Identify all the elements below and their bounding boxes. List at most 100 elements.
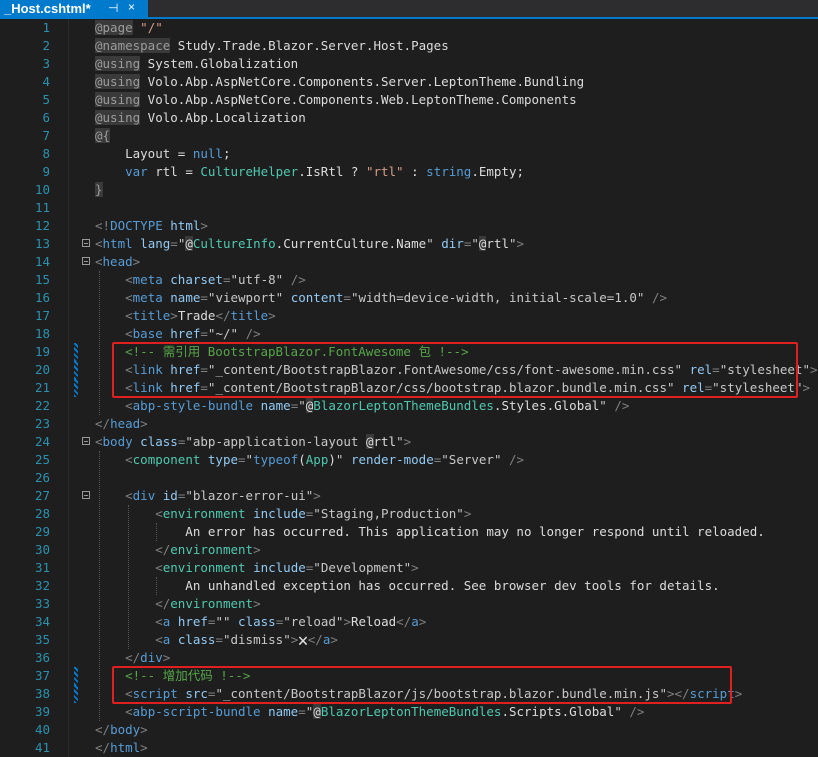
line-number: 15 bbox=[34, 272, 50, 287]
code-line[interactable]: 27 <div id="blazor-error-ui"> bbox=[0, 487, 818, 505]
code-token: </ bbox=[125, 650, 141, 665]
code-line[interactable]: 17 <title>Trade</title> bbox=[0, 307, 818, 325]
code-line[interactable]: 5 @using Volo.Abp.AspNetCore.Components.W… bbox=[0, 91, 818, 109]
code-token: > bbox=[132, 254, 141, 269]
code-token: rtl = bbox=[147, 164, 201, 179]
fold-toggle-icon[interactable] bbox=[82, 239, 90, 247]
code-token: lang bbox=[140, 236, 171, 251]
code-line[interactable]: 40 </body> bbox=[0, 721, 818, 739]
code-line[interactable]: 30 </environment> bbox=[0, 541, 818, 559]
code-line[interactable]: 31 <environment include="Development"> bbox=[0, 559, 818, 577]
line-number: 2 bbox=[42, 38, 50, 53]
code-line[interactable]: 7 @{ bbox=[0, 127, 818, 145]
code-token: environment bbox=[170, 542, 254, 557]
code-token: > bbox=[253, 596, 261, 611]
code-line[interactable]: 10} bbox=[0, 181, 818, 199]
code-line[interactable]: 25 <component type="typeof(App)" render-… bbox=[0, 451, 818, 469]
line-number: 39 bbox=[34, 704, 50, 719]
code-token: "width=device-width, initial-scale=1.0" bbox=[350, 290, 645, 305]
code-token: "dismiss" bbox=[222, 632, 291, 647]
line-number: 36 bbox=[34, 650, 50, 665]
code-line[interactable]: 26 bbox=[0, 469, 818, 487]
code-token: .Empty; bbox=[471, 164, 525, 179]
code-line[interactable]: 32 An unhandled exception has occurred. … bbox=[0, 577, 818, 595]
code-token: class bbox=[177, 632, 216, 647]
code-line[interactable]: 14 <head> bbox=[0, 253, 818, 271]
code-line[interactable]: 11 bbox=[0, 199, 818, 217]
code-text: </environment> bbox=[95, 595, 261, 613]
code-token: /> bbox=[629, 704, 645, 719]
line-number: 41 bbox=[34, 740, 50, 755]
code-line[interactable]: 22 <abp-style-bundle name="@BlazorLepton… bbox=[0, 397, 818, 415]
fold-toggle-icon[interactable] bbox=[82, 491, 90, 499]
code-token: < bbox=[125, 272, 133, 287]
code-line[interactable]: 1 @page "/" bbox=[0, 19, 818, 37]
code-token: An error has occurred. This application … bbox=[95, 524, 765, 539]
document-tab[interactable]: _Host.cshtml* ⊣ × bbox=[0, 0, 148, 17]
code-token: body bbox=[110, 722, 141, 737]
fold-toggle-icon[interactable] bbox=[82, 257, 90, 265]
code-token: html bbox=[170, 218, 201, 233]
code-token: body bbox=[102, 434, 133, 449]
code-line[interactable]: 8 Layout = null; bbox=[0, 145, 818, 163]
code-token: "" bbox=[215, 614, 231, 629]
code-text: @using Volo.Abp.AspNetCore.Components.Se… bbox=[95, 73, 584, 91]
code-line[interactable]: 41 </html> bbox=[0, 739, 818, 757]
code-text: <environment include="Development"> bbox=[95, 559, 419, 577]
code-token: abp-script-bundle bbox=[132, 704, 261, 719]
change-marker bbox=[74, 361, 78, 379]
code-line[interactable]: 2 @namespace Study.Trade.Blazor.Server.Ho… bbox=[0, 37, 818, 55]
code-token: DOCTYPE bbox=[110, 218, 163, 233]
code-token: include bbox=[253, 506, 306, 521]
code-line[interactable]: 29 An error has occurred. This applicati… bbox=[0, 523, 818, 541]
code-token: </ bbox=[215, 308, 231, 323]
code-line[interactable]: 4 @using Volo.Abp.AspNetCore.Components.S… bbox=[0, 73, 818, 91]
code-line[interactable]: 24 <body class="abp-application-layout @r… bbox=[0, 433, 818, 451]
pin-icon[interactable]: ⊣ bbox=[108, 1, 118, 15]
line-number: 21 bbox=[34, 380, 50, 395]
code-token: environment bbox=[162, 560, 246, 575]
line-number: 8 bbox=[42, 146, 50, 161]
code-token: title bbox=[230, 308, 269, 323]
fold-toggle-icon[interactable] bbox=[82, 437, 90, 445]
code-token: < bbox=[95, 254, 103, 269]
code-line[interactable]: 34 <a href="" class="reload">Reload</a> bbox=[0, 613, 818, 631]
code-line[interactable]: 39 <abp-script-bundle name= " @BlazorLepto… bbox=[0, 703, 818, 721]
code-token: = bbox=[343, 290, 351, 305]
code-editor[interactable]: 1 @page "/" 2 @namespace Study.Trade.Blazor… bbox=[0, 19, 818, 757]
line-number: 20 bbox=[34, 362, 50, 377]
code-line[interactable]: 28 <environment include="Staging,Product… bbox=[0, 505, 818, 523]
code-token: "~/" bbox=[207, 326, 239, 341]
code-token: System.Globalization bbox=[140, 56, 299, 71]
code-line[interactable]: 12 <!DOCTYPE html> bbox=[0, 217, 818, 235]
code-text: <!DOCTYPE html> bbox=[95, 217, 208, 235]
code-token: "rtl" bbox=[365, 164, 404, 179]
code-line[interactable]: 6 @using Volo.Abp.Localization bbox=[0, 109, 818, 127]
code-line[interactable]: 18 <base href="~/" /> bbox=[0, 325, 818, 343]
code-line[interactable]: 33 </environment> bbox=[0, 595, 818, 613]
line-number: 32 bbox=[34, 578, 50, 593]
line-number: 25 bbox=[34, 452, 50, 467]
code-text: <head> bbox=[95, 253, 140, 271]
code-line[interactable]: 3 @using System.Globalization bbox=[0, 55, 818, 73]
code-token: rtl bbox=[373, 434, 397, 449]
code-line[interactable]: 36 </div> bbox=[0, 649, 818, 667]
code-line[interactable]: 13 <html lang= " @CultureInfo.CurrentCultur… bbox=[0, 235, 818, 253]
code-line[interactable]: 23 </head> bbox=[0, 415, 818, 433]
code-token: > bbox=[411, 560, 419, 575]
code-line[interactable]: 16 <meta name="viewport" content="width=… bbox=[0, 289, 818, 307]
code-line[interactable]: 15 <meta charset="utf-8" /> bbox=[0, 271, 818, 289]
code-line[interactable]: 9 var rtl = CultureHelper.IsRtl ? "rtl" … bbox=[0, 163, 818, 181]
code-token: "abp-application-layout bbox=[185, 434, 366, 449]
code-line[interactable]: 35 <a class="dismiss">🗙</a> bbox=[0, 631, 818, 649]
code-token: "viewport" bbox=[207, 290, 284, 305]
line-number: 23 bbox=[34, 416, 50, 431]
code-token: /> bbox=[245, 326, 261, 341]
code-token: </ bbox=[155, 542, 171, 557]
close-icon[interactable]: × bbox=[128, 0, 135, 14]
